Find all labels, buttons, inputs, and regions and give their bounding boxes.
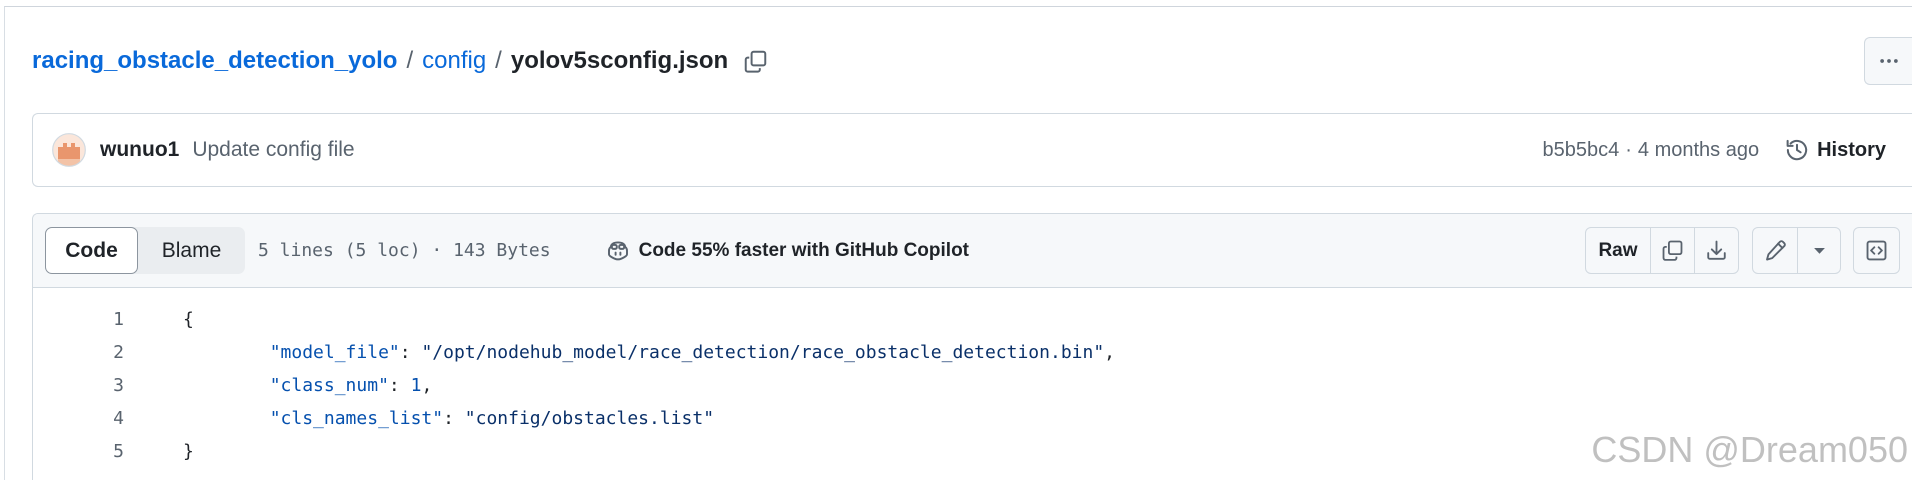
copilot-icon [607, 240, 628, 260]
json-punctuation-token: : [399, 342, 422, 363]
symbols-group [1853, 227, 1900, 274]
raw-actions-group: Raw [1585, 227, 1739, 274]
breadcrumb-separator: / [406, 47, 414, 74]
indent-token [183, 375, 270, 396]
line-number[interactable]: 5 [33, 435, 124, 468]
line-content: } [124, 435, 194, 468]
pencil-icon [1765, 240, 1786, 261]
commit-sha[interactable]: b5b5bc4 [1542, 139, 1619, 162]
line-content: "model_file": "/opt/nodehub_model/race_d… [124, 336, 1115, 369]
json-number-token: 1 [410, 375, 422, 396]
file-header: Code Blame 5 lines (5 loc) · 143 Bytes C… [33, 214, 1912, 288]
commit-meta: b5b5bc4 · 4 months ago History [1542, 138, 1886, 162]
history-button[interactable]: History [1785, 138, 1886, 162]
latest-commit-bar: wunuo1 Update config file b5b5bc4 · 4 mo… [32, 113, 1912, 187]
json-punctuation-token: : [443, 408, 465, 429]
download-button[interactable] [1694, 228, 1738, 273]
history-icon [1786, 139, 1808, 161]
json-key-token: "cls_names_list" [269, 408, 444, 429]
copy-raw-button[interactable] [1650, 228, 1694, 273]
kebab-horizontal-icon [1879, 59, 1898, 63]
file-info: 5 lines (5 loc) · 143 Bytes [258, 240, 551, 261]
line-number[interactable]: 1 [33, 303, 124, 336]
tab-code[interactable]: Code [45, 227, 138, 274]
code-line: 4 "cls_names_list": "config/obstacles.li… [33, 402, 1912, 435]
json-punctuation-token: } [183, 441, 194, 462]
line-content: { [124, 303, 194, 336]
json-punctuation-token: : [388, 375, 411, 396]
code-line: 1{ [33, 303, 1912, 336]
history-label: History [1817, 138, 1886, 161]
avatar-image [52, 133, 86, 167]
json-punctuation-token: , [421, 375, 433, 396]
view-mode-switch: Code Blame [45, 227, 245, 274]
breadcrumb-separator: / [495, 47, 502, 74]
code-square-icon [1866, 240, 1887, 261]
json-string-token: "config/obstacles.list" [464, 408, 715, 429]
triangle-down-icon [1813, 247, 1825, 254]
copy-path-button[interactable] [737, 43, 773, 79]
line-number[interactable]: 3 [33, 369, 124, 402]
file-actions: Raw [1585, 227, 1900, 274]
line-content: "class_num": 1, [124, 369, 433, 402]
code-line: 3 "class_num": 1, [33, 369, 1912, 402]
commit-author[interactable]: wunuo1 [100, 138, 179, 162]
json-punctuation-token: { [183, 309, 194, 330]
line-content: "cls_names_list": "config/obstacles.list… [124, 402, 714, 435]
raw-button[interactable]: Raw [1586, 228, 1650, 273]
copilot-promo-text: Code 55% faster with GitHub Copilot [638, 239, 970, 261]
edit-file-button[interactable] [1753, 228, 1797, 273]
meta-separator: · [1625, 138, 1632, 161]
copy-icon [744, 50, 766, 73]
json-punctuation-token: , [1104, 342, 1116, 363]
symbols-panel-button[interactable] [1854, 228, 1899, 273]
indent-token [183, 342, 270, 363]
indent-token [183, 408, 270, 429]
tab-blame[interactable]: Blame [138, 227, 245, 274]
avatar[interactable] [52, 133, 86, 167]
line-number[interactable]: 4 [33, 402, 124, 435]
breadcrumb: racing_obstacle_detection_yolo / config … [32, 45, 773, 77]
more-options-button[interactable] [1864, 37, 1912, 85]
edit-actions-group [1752, 227, 1841, 274]
commit-time: 4 months ago [1637, 138, 1760, 161]
file-viewer: Code Blame 5 lines (5 loc) · 143 Bytes C… [32, 213, 1912, 480]
download-icon [1707, 240, 1726, 260]
json-key-token: "model_file" [269, 342, 400, 363]
breadcrumb-repo-link[interactable]: racing_obstacle_detection_yolo [32, 47, 397, 75]
code-line: 2 "model_file": "/opt/nodehub_model/race… [33, 336, 1912, 369]
breadcrumb-folder-link[interactable]: config [422, 47, 486, 75]
code-lines: 1{2 "model_file": "/opt/nodehub_model/ra… [33, 288, 1912, 468]
json-string-token: "/opt/nodehub_model/race_detection/race_… [421, 342, 1105, 363]
line-number[interactable]: 2 [33, 336, 124, 369]
copy-icon [1662, 240, 1683, 261]
code-line: 5} [33, 435, 1912, 468]
json-key-token: "class_num" [269, 375, 389, 396]
copilot-promo-link[interactable]: Code 55% faster with GitHub Copilot [606, 239, 969, 263]
edit-options-dropdown[interactable] [1797, 228, 1840, 273]
commit-message[interactable]: Update config file [192, 138, 354, 162]
file-name: yolov5sconfig.json [510, 47, 729, 74]
